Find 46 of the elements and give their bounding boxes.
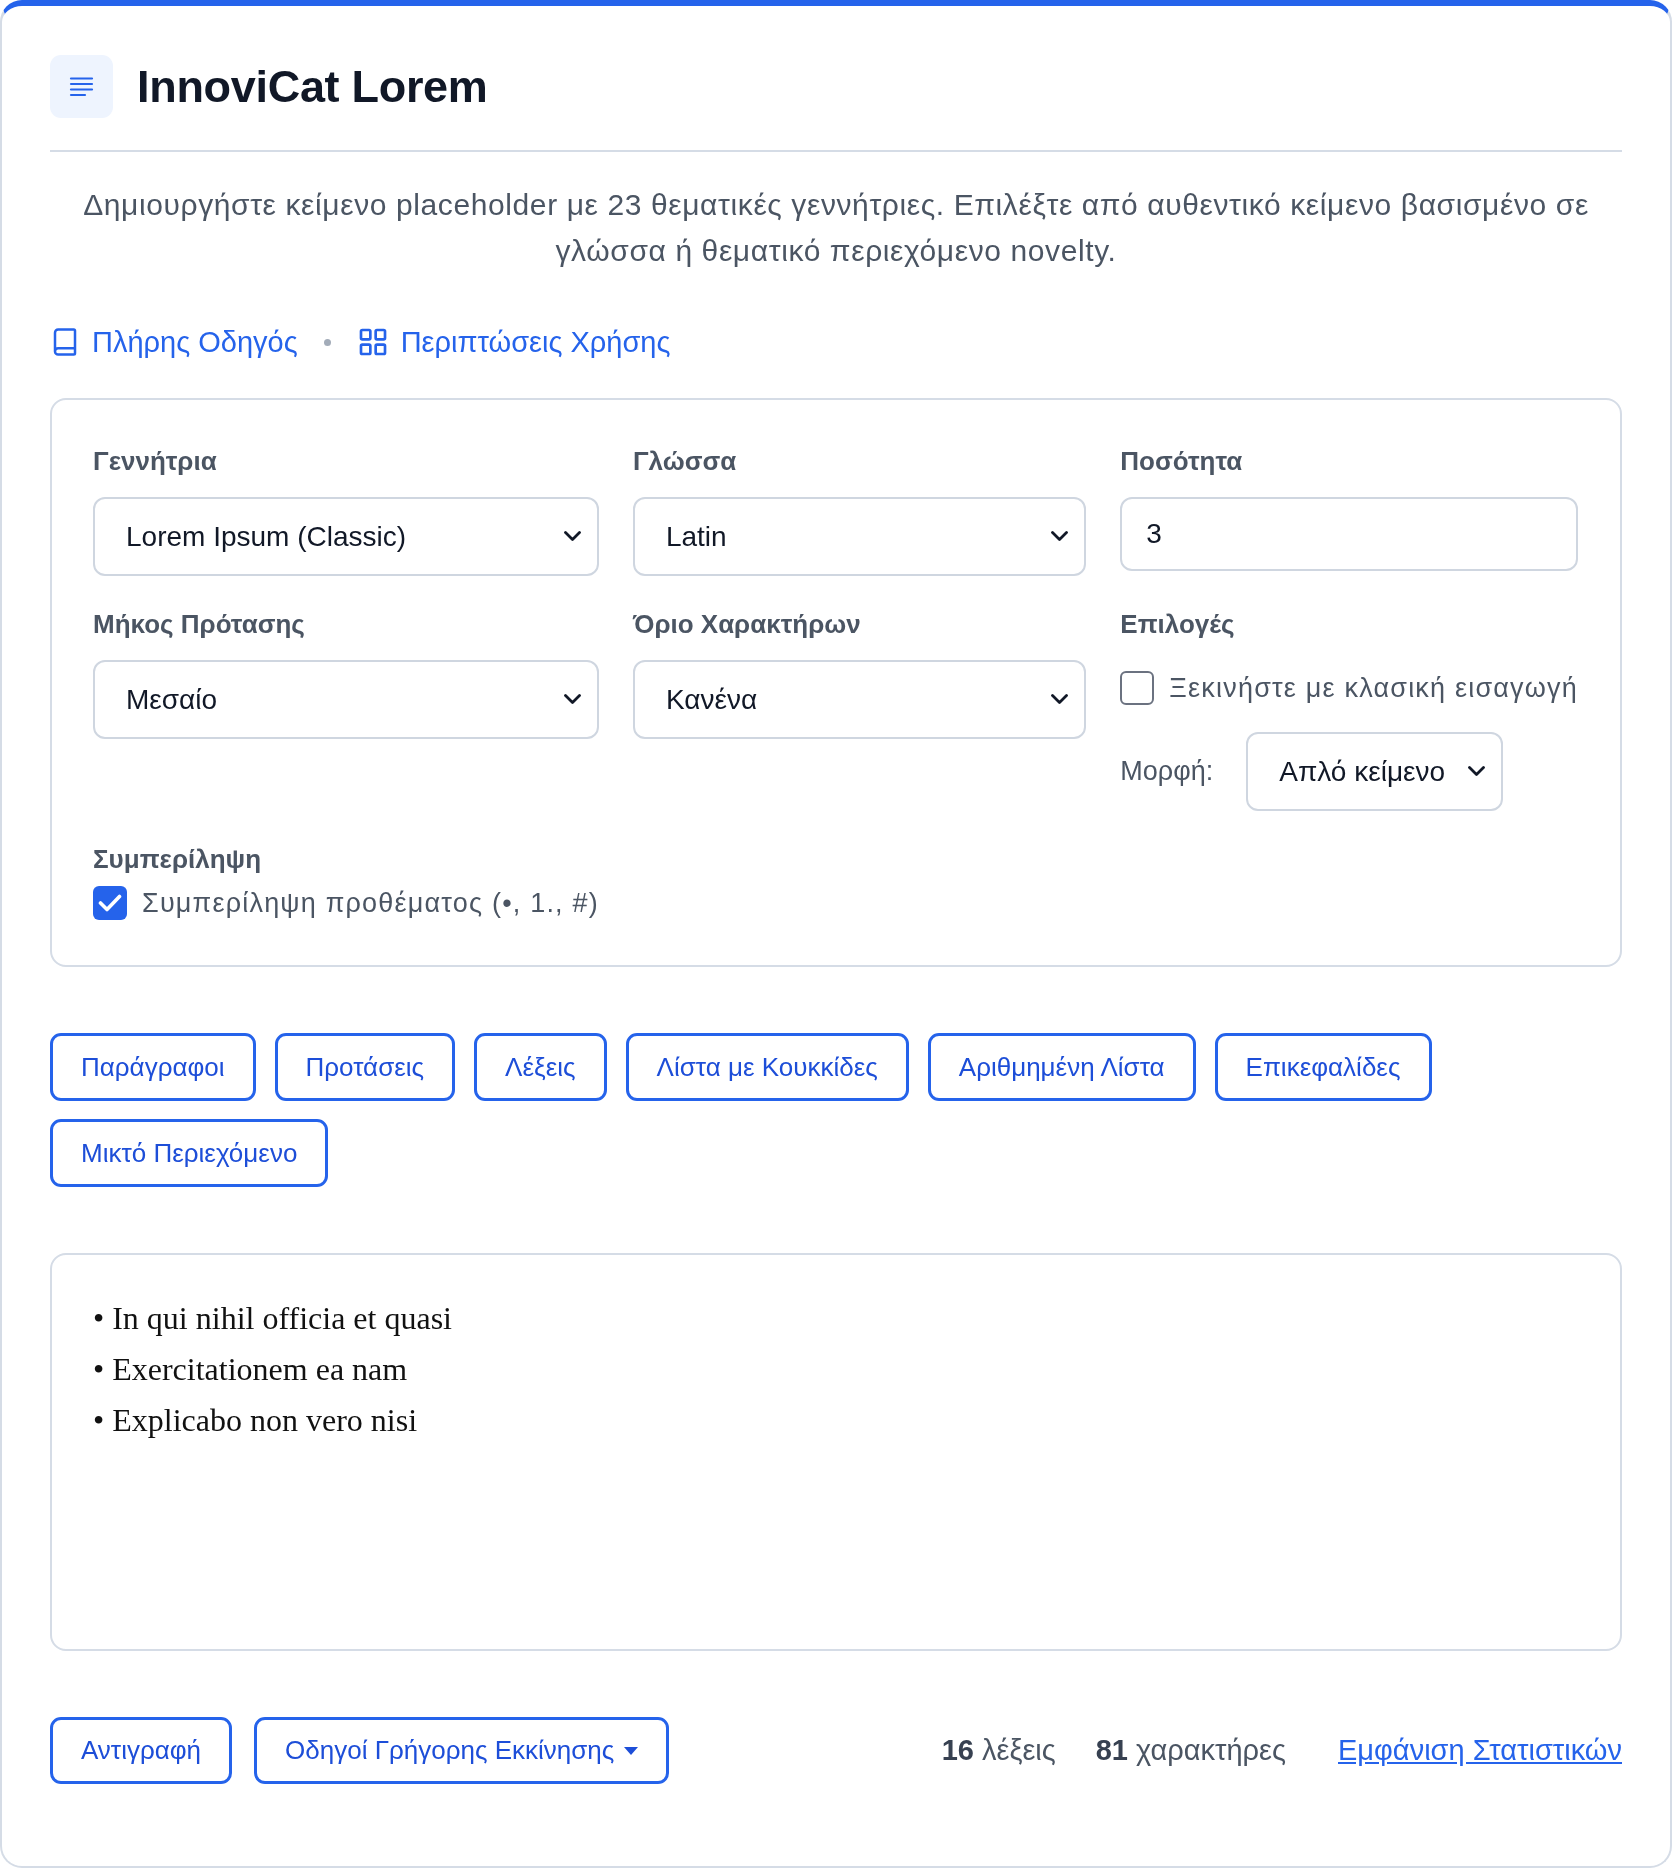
text-lines-icon (50, 55, 113, 118)
app-title: InnoviCat Lorem (137, 60, 488, 113)
select-dropdown[interactable]: Lorem Ipsum (Classic) (93, 497, 599, 576)
select-dropdown[interactable]: Απλό κείμενο (1246, 732, 1504, 811)
output-line: • Exercitationem ea nam (93, 1350, 408, 1389)
select-dropdown[interactable]: Κανένα (632, 660, 1087, 739)
checkbox[interactable] (1120, 671, 1155, 705)
generate-button[interactable]: Λέξεις (474, 1033, 607, 1101)
statistics-link[interactable]: Εμφάνιση Στατιστικών (1338, 1734, 1622, 1767)
field-label: Μήκος Πρότασης (93, 608, 305, 641)
format-label: Μορφή: (1120, 756, 1214, 787)
number-input[interactable]: 3 (1120, 497, 1578, 571)
generate-button[interactable]: Μικτό Περιεχόμενο (50, 1119, 329, 1187)
generate-button[interactable]: Επικεφαλίδες (1214, 1033, 1432, 1101)
guide-link[interactable]: Πλήρης Οδηγός (50, 325, 298, 359)
use-cases-link[interactable]: Περιπτώσεις Χρήσης (356, 325, 671, 359)
field-label: Επιλογές (1120, 608, 1235, 641)
description-text: Δημιουργήστε κείμενο placeholder με 23 θεματικές γεννήτριες. Επιλέξτε από αυθεντικό κείμενο βασισμένο σε γλώσσα ή θεματικό περιεχόμενο novelty. (82, 187, 1590, 269)
word-count: 16 λέξεις (941, 1734, 1056, 1767)
chevron-down-icon (1468, 766, 1486, 777)
chevron-down-icon (563, 694, 581, 705)
generate-button[interactable]: Αριθμημένη Λίστα (927, 1033, 1196, 1101)
caret-down-icon (624, 1746, 639, 1755)
chevron-down-icon (1051, 531, 1069, 542)
chevron-down-icon (1051, 694, 1069, 705)
chevron-down-icon (563, 531, 581, 542)
output-line: • In qui nihil officia et quasi (93, 1299, 452, 1338)
field-label: Γλώσσα (632, 445, 737, 478)
field-label: Συμπερίληψη (93, 843, 261, 876)
checkbox-label: Συμπερίληψη προθέματος (•, 1., #) (142, 887, 599, 919)
checkbox[interactable] (93, 886, 127, 920)
character-count: 81 χαρακτήρες (1095, 1734, 1286, 1767)
generate-button[interactable]: Παράγραφοι (50, 1033, 256, 1101)
field-label: Όριο Χαρακτήρων (632, 608, 861, 641)
checkbox-label: Ξεκινήστε με κλασική εισαγωγή (1169, 672, 1578, 704)
quick-start-button[interactable]: Οδηγοί Γρήγορης Εκκίνησης (254, 1717, 670, 1784)
field-label: Γεννήτρια (93, 445, 217, 478)
check-icon (98, 894, 122, 912)
generate-button[interactable]: Λίστα με Κουκκίδες (625, 1033, 909, 1101)
copy-button[interactable]: Αντιγραφή (50, 1717, 233, 1784)
field-label: Ποσότητα (1120, 445, 1243, 478)
output-line: • Explicabo non vero nisi (93, 1401, 418, 1440)
dot-icon (323, 338, 331, 346)
select-dropdown[interactable]: Latin (632, 497, 1087, 576)
select-dropdown[interactable]: Μεσαίο (93, 660, 599, 739)
generate-button[interactable]: Προτάσεις (274, 1033, 456, 1101)
